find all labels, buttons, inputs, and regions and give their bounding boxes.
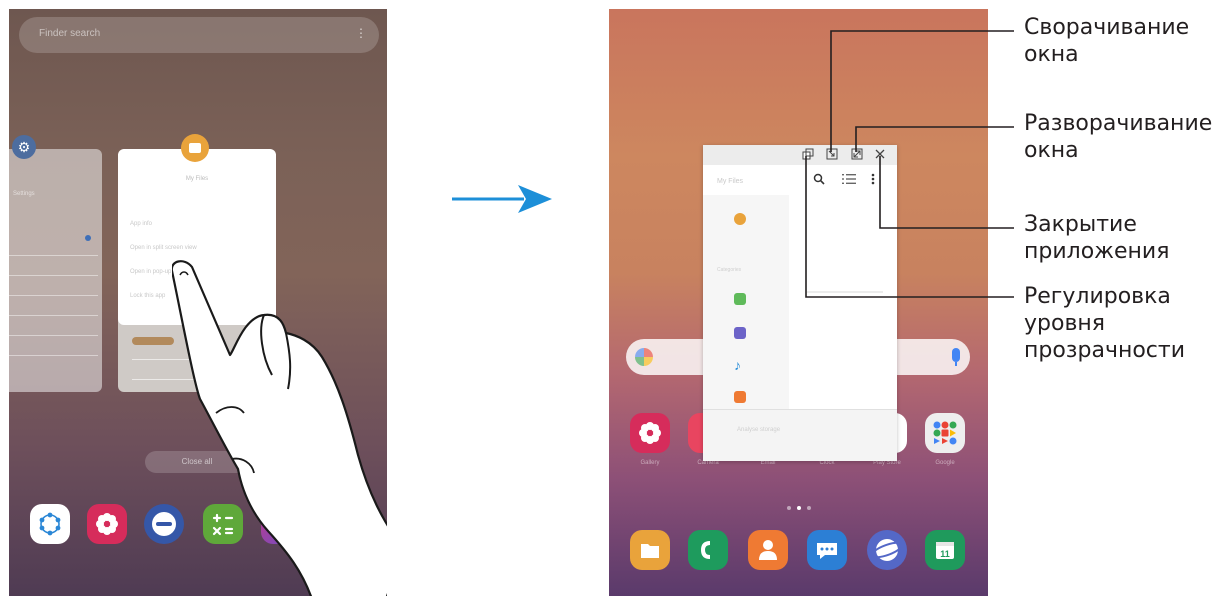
bixby-icon[interactable] — [30, 504, 70, 544]
transparency-icon[interactable] — [801, 148, 815, 162]
callout-close-text: Закрытие приложения — [1024, 212, 1170, 264]
maximize-icon[interactable] — [850, 148, 864, 162]
menu-item-split-screen[interactable]: Open in split screen view — [130, 245, 197, 251]
home-app-label: Gallery — [640, 460, 660, 466]
list-view-icon[interactable] — [842, 173, 856, 188]
my-files-icon[interactable] — [630, 530, 670, 570]
popup-app-title: My Files — [717, 178, 744, 185]
recent-files-icon[interactable] — [734, 213, 746, 225]
analyse-storage-label: Analyse storage — [737, 427, 781, 433]
home-app-label: Google — [935, 460, 955, 466]
categories-label: Categories — [717, 267, 742, 273]
microphone-icon[interactable] — [952, 348, 960, 366]
messages-icon[interactable] — [807, 530, 847, 570]
callout-maximize: Разворачивание окна — [1024, 110, 1212, 164]
my-files-app-icon[interactable] — [181, 134, 209, 162]
calendar-icon[interactable]: 11 — [925, 530, 965, 570]
callout-minimize: Сворачивание окна — [1024, 14, 1189, 68]
minimize-icon[interactable] — [825, 148, 839, 162]
menu-item-app-info[interactable]: App info — [130, 221, 152, 227]
finger-tap-illustration — [172, 260, 387, 596]
popup-footer[interactable]: Analyse storage — [703, 409, 897, 461]
callout-transparency: Регулировка уровня прозрачности — [1024, 283, 1185, 364]
callout-minimize-text: Сворачивание окна — [1024, 15, 1190, 67]
menu-item-lock-app[interactable]: Lock this app — [130, 293, 165, 299]
search-placeholder: Finder search — [39, 28, 101, 39]
popup-window[interactable]: My Files Categories ♪ Analyse storage — [703, 145, 897, 461]
google-logo-icon — [635, 348, 653, 366]
home-screen-popup-view: Gallery Camera Email Clock Play Store Go… — [609, 9, 988, 596]
popup-sidebar: Categories ♪ — [703, 195, 789, 409]
callout-close: Закрытие приложения — [1024, 211, 1169, 265]
page-indicator-dot — [787, 506, 791, 510]
gallery-icon[interactable] — [87, 504, 127, 544]
recent-apps-search-bar[interactable]: Finder search ⋮ — [19, 17, 379, 53]
popup-title-bar[interactable] — [703, 145, 897, 165]
documents-icon[interactable] — [734, 391, 746, 403]
audio-icon[interactable]: ♪ — [734, 358, 746, 372]
myfiles-card-title: My Files — [185, 176, 209, 182]
callout-transparency-text: Регулировка уровня прозрачности — [1024, 284, 1186, 363]
internet-icon[interactable] — [867, 530, 907, 570]
svg-text:11: 11 — [940, 549, 950, 559]
images-icon[interactable] — [734, 293, 746, 305]
close-icon[interactable] — [873, 148, 887, 162]
settings-account-icon — [85, 235, 91, 241]
videos-icon[interactable] — [734, 327, 746, 339]
settings-card-title: Settings — [13, 191, 35, 197]
page-indicator-dot-active — [797, 506, 801, 510]
transition-arrow-icon — [452, 185, 552, 213]
more-options-icon[interactable]: ⋮ — [355, 26, 367, 40]
contacts-icon[interactable] — [748, 530, 788, 570]
page-indicator-dot — [807, 506, 811, 510]
popup-content-placeholder — [807, 291, 883, 293]
settings-gear-icon[interactable]: ⚙ — [12, 135, 36, 159]
recent-apps-screen: Finder search ⋮ Settings My Files App in… — [9, 9, 387, 596]
google-folder-icon[interactable] — [925, 413, 965, 453]
more-options-icon[interactable] — [871, 173, 875, 188]
settings-app-card[interactable]: Settings — [9, 149, 102, 392]
search-icon[interactable] — [813, 173, 825, 188]
gallery-icon[interactable] — [630, 413, 670, 453]
myfiles-card-button — [132, 337, 174, 345]
callout-maximize-text: Разворачивание окна — [1024, 111, 1213, 163]
phone-icon[interactable] — [688, 530, 728, 570]
